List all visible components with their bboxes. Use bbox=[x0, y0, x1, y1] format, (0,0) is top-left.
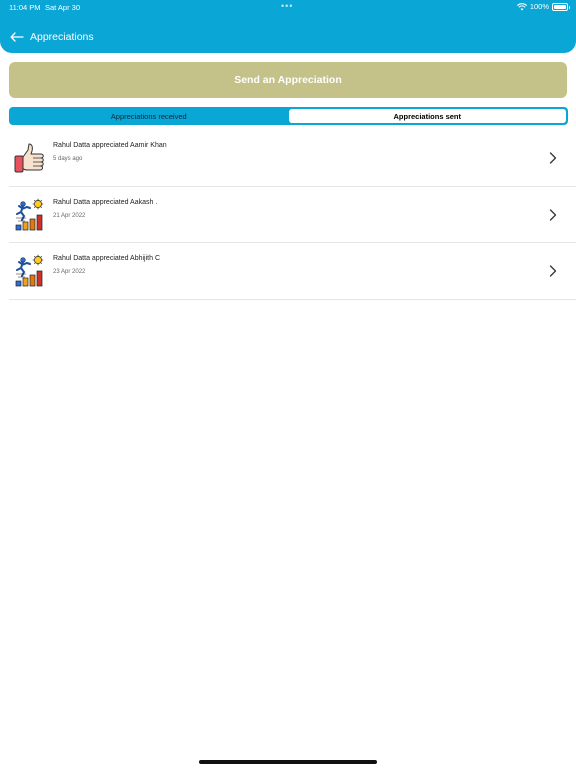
list-item[interactable]: Rahul Datta appreciated Aamir Khan 5 day… bbox=[9, 130, 576, 187]
chevron-right-icon[interactable] bbox=[549, 152, 557, 164]
list-item[interactable]: Rahul Datta appreciated Aakash . 21 Apr … bbox=[9, 187, 576, 243]
appreciation-tabs: Appreciations received Appreciations sen… bbox=[9, 107, 568, 125]
appreciation-date: 21 Apr 2022 bbox=[53, 212, 86, 219]
status-date: Sat Apr 30 bbox=[45, 3, 81, 12]
battery-icon bbox=[552, 2, 570, 11]
back-navigation[interactable]: Appreciations bbox=[10, 28, 94, 46]
list-item[interactable]: Rahul Datta appreciated Abhijith C 23 Ap… bbox=[9, 243, 576, 300]
back-arrow-icon[interactable] bbox=[10, 32, 24, 42]
wifi-icon bbox=[516, 2, 527, 10]
appreciation-text: Rahul Datta appreciated Abhijith C bbox=[53, 255, 161, 262]
achievement-growth-icon bbox=[15, 198, 44, 230]
appreciation-text: Rahul Datta appreciated Aakash . bbox=[53, 198, 158, 206]
appreciation-date: 23 Apr 2022 bbox=[53, 269, 86, 275]
page-title: Appreciations bbox=[30, 31, 94, 43]
appreciation-date: 5 days ago bbox=[53, 156, 83, 162]
chevron-right-icon[interactable] bbox=[549, 265, 557, 277]
achievement-growth-icon bbox=[15, 254, 44, 287]
tab-appreciations-received[interactable]: Appreciations received bbox=[10, 108, 288, 124]
status-time: 11:04 PM bbox=[9, 3, 41, 12]
status-bar: 11:04 PM Sat Apr 30 ••• 100% bbox=[0, 0, 576, 16]
status-right: 100% bbox=[516, 2, 570, 11]
battery-percent: 100% bbox=[529, 2, 549, 11]
appreciation-list: Rahul Datta appreciated Aamir Khan 5 day… bbox=[9, 130, 576, 300]
tab-appreciations-sent[interactable]: Appreciations sent bbox=[288, 109, 566, 123]
home-indicator[interactable] bbox=[199, 760, 377, 764]
multitasking-dots[interactable]: ••• bbox=[281, 1, 293, 11]
chevron-right-icon[interactable] bbox=[549, 208, 557, 221]
thumbs-up-icon bbox=[14, 143, 44, 173]
appreciation-text: Rahul Datta appreciated Aamir Khan bbox=[53, 142, 167, 149]
app-header: 11:04 PM Sat Apr 30 ••• 100% Appreciatio… bbox=[0, 0, 576, 53]
send-appreciation-button[interactable]: Send an Appreciation bbox=[9, 62, 567, 98]
